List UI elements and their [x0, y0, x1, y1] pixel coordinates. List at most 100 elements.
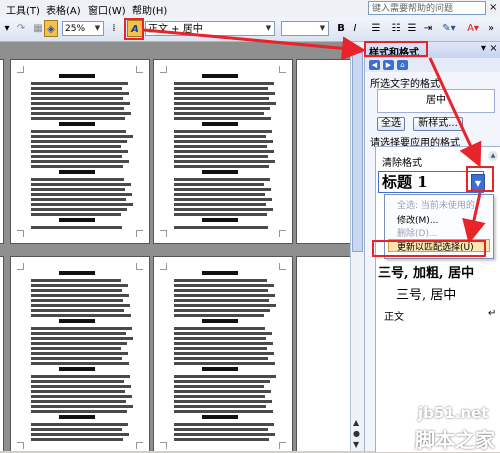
table-icon[interactable]: ▦ [32, 20, 44, 37]
redo-icon[interactable]: ↷ [14, 20, 28, 37]
document-page [296, 256, 350, 451]
text-line [59, 415, 95, 419]
text-line [31, 337, 133, 340]
document-page [296, 59, 350, 244]
home-icon[interactable]: ⌂ [397, 60, 408, 70]
toolbar-options-icon[interactable]: » [486, 20, 496, 37]
text-line [174, 342, 273, 345]
formatting-toolbar: ▾ ↷ ▦ ◈ 25% ▼ ⁞ A 正文 + 居中 ▼ ▼ B I ☰ ☷ ☰ … [0, 17, 500, 42]
text-line [31, 342, 127, 345]
text-line [174, 385, 264, 388]
select-all-button[interactable]: 全选 [377, 117, 405, 131]
italic-button[interactable]: I [350, 20, 360, 37]
zoom-select[interactable]: 25% ▼ [62, 21, 104, 36]
menu-table[interactable]: 表格(A) [46, 2, 81, 17]
text-line [31, 178, 124, 181]
text-line [174, 130, 272, 133]
text-line [31, 97, 123, 100]
pane-nav: ◀ ▶ ⌂ [365, 58, 500, 72]
modify-item[interactable]: 修改(M)... [397, 213, 438, 226]
text-line [174, 347, 267, 350]
text-line [59, 367, 95, 371]
help-search-input[interactable]: 键入需要帮助的问题 [368, 1, 486, 15]
text-line [31, 198, 126, 201]
text-line [31, 208, 127, 211]
text-line [59, 74, 95, 78]
font-color-icon[interactable]: A▾ [464, 20, 482, 37]
text-line [31, 135, 133, 138]
style-item-bold-centered[interactable]: 三号, 加粗, 居中 [378, 262, 474, 281]
bold-button[interactable]: B [335, 20, 347, 37]
text-line [174, 428, 268, 431]
text-line [174, 203, 266, 206]
align-left-icon[interactable]: ☰ [370, 20, 382, 37]
menu-tools[interactable]: 工具(T) [6, 2, 40, 17]
normal-style-item[interactable]: 正文 [384, 308, 404, 323]
forward-icon[interactable]: ▶ [383, 60, 394, 70]
vertical-scrollbar[interactable]: ▲ ● ▼ [350, 42, 365, 451]
text-line [31, 327, 132, 330]
text-line [202, 367, 238, 371]
text-line [174, 327, 265, 330]
back-icon[interactable]: ◀ [369, 60, 380, 70]
text-line [31, 390, 125, 393]
page-corner-mark [279, 230, 286, 237]
undo-dropdown-icon[interactable]: ▾ [2, 20, 12, 37]
scrollbar-thumb[interactable] [352, 52, 363, 252]
delete-item[interactable]: 删除(D)... [397, 226, 438, 239]
close-document-icon[interactable]: × [489, 2, 497, 13]
text-line [174, 145, 267, 148]
current-format-box: 居中 [377, 89, 495, 113]
style-select[interactable]: 正文 + 居中 ▼ [145, 21, 275, 36]
new-style-button[interactable]: 新样式... [413, 117, 463, 131]
text-line [31, 304, 130, 307]
text-line [174, 299, 269, 302]
watermark-name: 脚本之家 [415, 428, 495, 452]
drawing-icon[interactable]: ◈ [44, 20, 58, 37]
text-line [174, 337, 266, 340]
menu-window[interactable]: 窗口(W) [88, 2, 126, 17]
scroll-up-icon[interactable]: ▲ [488, 151, 498, 161]
highlight-color-icon[interactable]: ✎▾ [440, 20, 458, 37]
text-line [174, 423, 274, 426]
text-line [59, 319, 95, 323]
page-corner-mark [136, 263, 143, 270]
clear-format-item[interactable]: 清除格式 [382, 154, 422, 169]
text-line [174, 87, 268, 90]
document-page [0, 256, 4, 451]
text-line [174, 193, 265, 196]
chevron-down-icon: ▼ [94, 24, 101, 32]
menu-help[interactable]: 帮助(H) [132, 2, 167, 17]
style-item-centered[interactable]: 三号, 居中 [396, 284, 456, 303]
bullet-list-icon[interactable]: ☰ [406, 20, 418, 37]
text-line [202, 170, 238, 174]
previous-page-icon[interactable]: ▲ [353, 418, 359, 427]
text-line [174, 208, 273, 211]
text-line [31, 279, 121, 282]
text-line [202, 271, 238, 275]
text-line [174, 400, 272, 403]
page-corner-mark [160, 230, 167, 237]
next-page-icon[interactable]: ▼ [353, 440, 359, 449]
numbered-list-icon[interactable]: ☷ [390, 20, 402, 37]
indent-icon[interactable]: ⇥ [422, 20, 434, 37]
text-line [31, 150, 128, 153]
text-line [31, 400, 126, 403]
text-line [31, 203, 133, 206]
text-line [174, 332, 272, 335]
text-line [31, 160, 129, 163]
page-corner-mark [136, 66, 143, 73]
text-line [174, 405, 266, 408]
text-line [174, 112, 264, 115]
text-line [174, 289, 268, 292]
paragraph-mark-icon: ↵ [488, 308, 497, 319]
text-line [31, 226, 122, 229]
browse-object-icon[interactable]: ● [353, 429, 360, 438]
text-line [31, 289, 122, 292]
font-select[interactable]: ▼ [281, 21, 329, 36]
pane-close-icon[interactable]: ▾ × [481, 43, 498, 54]
text-line [174, 294, 275, 297]
page-corner-mark [160, 442, 167, 449]
select-all-unused-item[interactable]: 全选: 当前未使用的 [397, 198, 475, 211]
text-line [31, 193, 132, 196]
